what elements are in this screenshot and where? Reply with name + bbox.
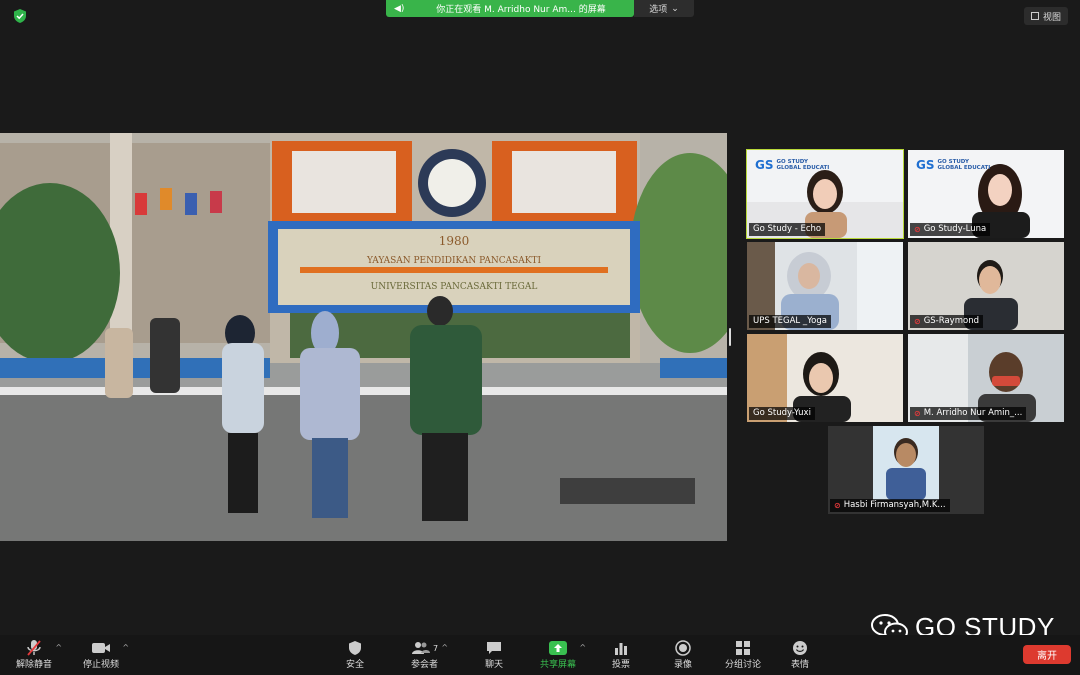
participant-name-label: ⊘ GS-Raymond: [910, 315, 983, 328]
participants-icon: 7: [411, 639, 438, 657]
reactions-label: 表情: [791, 660, 810, 670]
mic-muted-icon: ⊘: [914, 317, 921, 326]
breakout-rooms-button[interactable]: 分组讨论: [725, 639, 761, 670]
participant-name-label: ⊘ Hasbi Firmansyah,M.K...: [830, 499, 950, 512]
bar-chart-icon: [614, 639, 628, 657]
view-button[interactable]: 视图: [1023, 7, 1068, 25]
video-camera-icon: [91, 639, 111, 657]
polls-label: 投票: [612, 660, 631, 670]
record-label: 录像: [674, 660, 693, 670]
microphone-muted-icon: [26, 639, 42, 657]
share-screen-label: 共享屏幕: [540, 660, 577, 670]
sign-year: 1980: [439, 234, 470, 248]
chevron-up-icon[interactable]: ^: [55, 643, 62, 652]
view-button-label: 视图: [1042, 12, 1061, 23]
record-icon: [675, 639, 691, 657]
chevron-down-icon: ⌄: [671, 3, 679, 14]
participant-tile[interactable]: Go Study-Yuxi: [747, 334, 903, 422]
logo-line2: GLOBAL EDUCATI: [776, 165, 830, 171]
shield-icon: [348, 639, 362, 657]
participant-name-label: ⊘ M. Arridho Nur Amin_...: [910, 407, 1027, 420]
sign-line2: UNIVERSITAS PANCASAKTI TEGAL: [371, 282, 538, 292]
participant-name-label: UPS TEGAL _Yoga: [749, 315, 831, 328]
leave-meeting-button[interactable]: 离开: [1023, 645, 1071, 664]
breakout-grid-icon: [736, 639, 750, 657]
go-study-logo: GS GO STUDY GLOBAL EDUCATI: [916, 158, 990, 172]
participant-name-label: ⊘ Go Study-Luna: [910, 223, 991, 236]
logo-mark: GS: [755, 158, 774, 172]
participant-tile[interactable]: ⊘ GS-Raymond: [908, 242, 1064, 330]
share-banner-text: 你正在观看 M. Arridho Nur Am... 的屏幕: [436, 5, 606, 15]
participant-name-label: Go Study-Yuxi: [749, 407, 815, 420]
participant-name-label: Go Study - Echo: [749, 223, 826, 236]
participant-tile[interactable]: UPS TEGAL _Yoga: [747, 242, 903, 330]
chat-button[interactable]: 聊天: [485, 639, 503, 670]
chevron-up-icon[interactable]: ^: [122, 643, 129, 652]
participants-button[interactable]: 7 参会者 ^: [411, 639, 448, 670]
mic-muted-icon: ⊘: [914, 225, 921, 234]
participant-count: 7: [433, 643, 439, 653]
record-button[interactable]: 录像: [674, 639, 692, 670]
grid-view-icon: [1030, 12, 1039, 20]
participants-label: 参会者: [411, 660, 439, 670]
polls-button[interactable]: 投票: [612, 639, 630, 670]
mic-muted-icon: ⊘: [914, 409, 921, 418]
security-button[interactable]: 安全: [346, 639, 364, 670]
shared-screen[interactable]: 1980 YAYASAN PENDIDIKAN PANCASAKTI UNIVE…: [0, 133, 727, 541]
stop-video-button[interactable]: 停止视频 ^: [83, 639, 129, 670]
unmute-label: 解除静音: [16, 660, 53, 670]
security-label: 安全: [346, 660, 365, 670]
go-study-logo: GS GO STUDY GLOBAL EDUCATI: [755, 158, 829, 172]
participant-tile[interactable]: GS GO STUDY GLOBAL EDUCATI Go Study - Ech…: [746, 149, 904, 239]
stop-video-label: 停止视频: [83, 660, 120, 670]
participant-tile[interactable]: GS GO STUDY GLOBAL EDUCATI ⊘ Go Study-Luna: [908, 150, 1064, 238]
participant-tile[interactable]: ⊘ M. Arridho Nur Amin_...: [908, 334, 1064, 422]
logo-line2: GLOBAL EDUCATI: [937, 165, 991, 171]
chevron-up-icon[interactable]: ^: [441, 643, 448, 652]
breakout-rooms-label: 分组讨论: [725, 660, 762, 670]
participant-tile[interactable]: ⊘ Hasbi Firmansyah,M.K...: [828, 426, 984, 514]
speaker-icon: ◀): [394, 3, 405, 14]
meeting-toolbar: 解除静音 ^ 停止视频 ^ 安全 7 参会者 ^ 聊天 共享屏幕 ^ 投票 录像…: [0, 635, 1080, 675]
logo-mark: GS: [916, 158, 935, 172]
chat-label: 聊天: [485, 660, 504, 670]
share-screen-icon: [549, 639, 567, 657]
mic-muted-icon: ⊘: [834, 501, 841, 510]
security-shield-icon: [14, 9, 26, 23]
splitter-handle[interactable]: [729, 328, 731, 346]
sign-line1: YAYASAN PENDIDIKAN PANCASAKTI: [366, 256, 542, 266]
view-options-button[interactable]: 选项 ⌄: [634, 0, 694, 17]
viewing-share-banner: ◀) 你正在观看 M. Arridho Nur Am... 的屏幕: [386, 0, 634, 17]
view-options-label: 选项: [649, 5, 668, 15]
shared-screen-image: 1980 YAYASAN PENDIDIKAN PANCASAKTI UNIVE…: [0, 133, 727, 541]
chat-bubble-icon: [486, 639, 502, 657]
unmute-button[interactable]: 解除静音 ^: [16, 639, 62, 670]
reactions-button[interactable]: 表情: [791, 639, 809, 670]
smiley-icon: [792, 639, 808, 657]
share-screen-button[interactable]: 共享屏幕 ^: [540, 639, 586, 670]
chevron-up-icon[interactable]: ^: [579, 643, 586, 652]
